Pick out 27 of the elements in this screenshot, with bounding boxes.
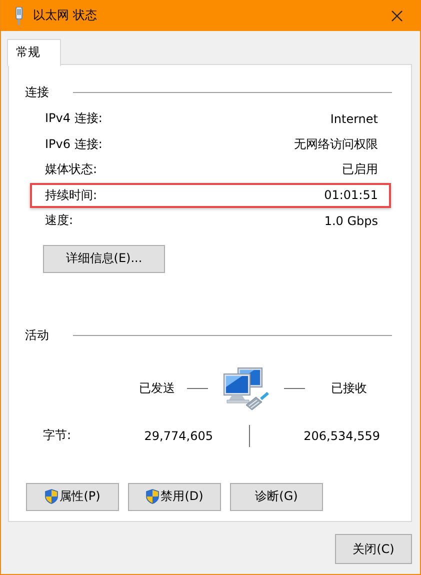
tab[interactable]: 常规 [7, 39, 61, 66]
field-value: Internet [330, 112, 378, 126]
section-heading: 活动 [25, 327, 49, 344]
field-value: 206,534,559 [302, 428, 380, 442]
window-title: 以太网 状态 [33, 7, 97, 24]
section-heading: 连接 [25, 84, 49, 100]
shield-icon [146, 489, 159, 504]
field-label: IPv6 连接: [45, 136, 102, 153]
field-value: 01:01:51 [324, 188, 378, 202]
close-button[interactable]: 关闭(C) [335, 534, 412, 564]
field-label: IPv4 连接: [45, 110, 102, 128]
field-value: 无网络访问权限 [294, 136, 378, 153]
shield-icon [44, 489, 58, 504]
action-button[interactable]: 属性(P) [26, 482, 119, 510]
sent-label: 已发送 [139, 380, 175, 397]
field-label: 持续时间: [45, 186, 98, 204]
received-label: 已接收 [331, 380, 367, 397]
field-value: 已启用 [342, 161, 378, 178]
network-plug-icon [14, 6, 24, 24]
field-label: 速度: [45, 212, 74, 230]
action-button[interactable]: 诊断(G) [230, 482, 323, 510]
field-value: 1.0 Gbps [324, 214, 378, 228]
action-button[interactable]: 禁用(D) [128, 482, 221, 510]
details-button[interactable]: 详细信息(E)... [43, 244, 165, 272]
field-value: 29,774,605 [143, 428, 213, 442]
field-label: 字节: [43, 427, 72, 444]
field-label: 媒体状态: [45, 161, 98, 178]
